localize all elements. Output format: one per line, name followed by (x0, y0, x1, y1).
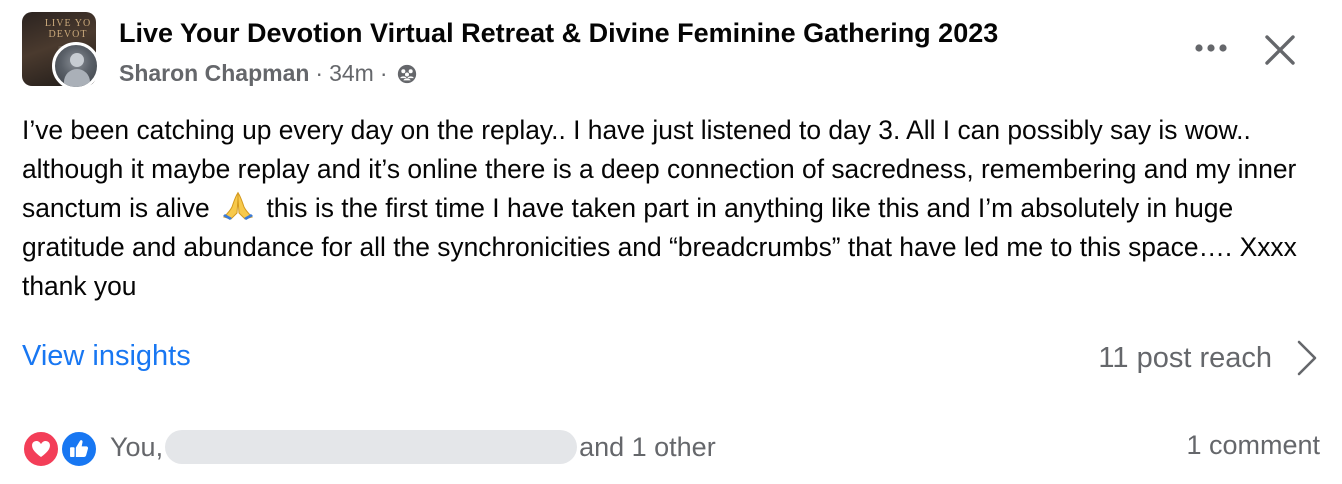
prayer-hands-icon (223, 191, 254, 220)
members-icon (397, 64, 416, 83)
post-reach-label: 11 post reach (1098, 341, 1272, 374)
reactions-summary[interactable] (22, 428, 102, 468)
group-thumbnail-text: LIVE YO DEVOT (44, 18, 92, 40)
avatar[interactable] (52, 42, 100, 90)
group-title[interactable]: Live Your Devotion Virtual Retreat & Div… (119, 18, 998, 49)
post-body: I’ve been catching up every day on the r… (22, 111, 1322, 306)
close-icon[interactable] (1262, 32, 1298, 68)
meta-separator: · (315, 60, 324, 86)
like-icon (60, 430, 98, 468)
redacted-names (165, 430, 578, 464)
comments-count[interactable]: 1 comment (1186, 430, 1320, 461)
reactors-suffix: and 1 other (579, 431, 716, 462)
meta-separator: · (379, 60, 388, 86)
post-meta: Sharon Chapman · 34m · (119, 60, 418, 87)
avatar-body (64, 69, 90, 87)
post-time[interactable]: 34m (329, 60, 374, 87)
chevron-right-icon (1297, 340, 1317, 376)
post-footer: You, and 1 other 1 comment (22, 426, 1320, 470)
post-body-text: this is the first time I have taken part… (22, 193, 1297, 301)
reactors-prefix: You, (110, 431, 164, 462)
post-reach-button[interactable]: 11 post reach (1098, 338, 1320, 378)
love-icon (22, 430, 60, 468)
reactors-text[interactable]: You, and 1 other (110, 430, 716, 464)
post-header: LIVE YO DEVOT Live Your Devotion Virtual… (22, 12, 1320, 92)
view-insights-link[interactable]: View insights (22, 340, 191, 373)
author-name[interactable]: Sharon Chapman (119, 60, 309, 87)
avatar-head (70, 53, 84, 67)
more-icon[interactable] (1194, 38, 1228, 58)
